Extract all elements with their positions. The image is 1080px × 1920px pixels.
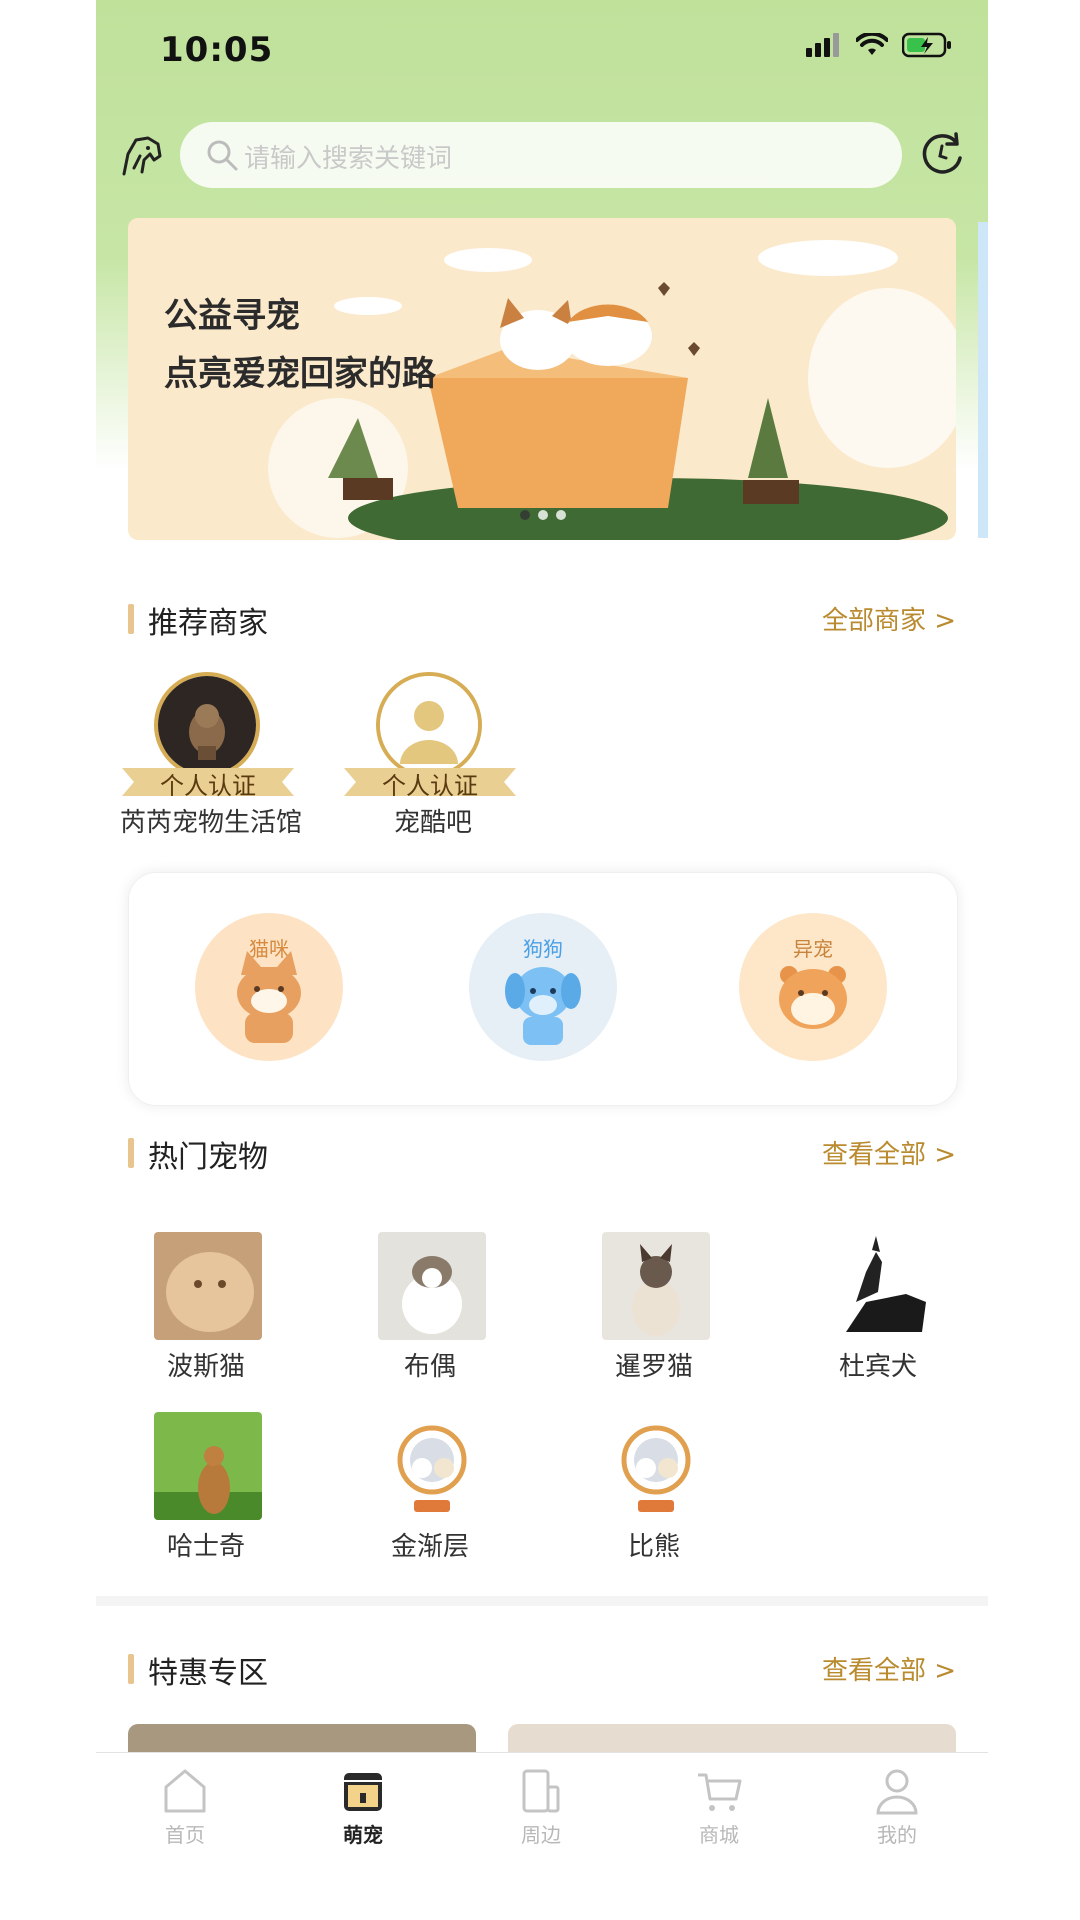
section-divider xyxy=(96,1596,988,1606)
hot-pets-header: 热门宠物 查看全部 > xyxy=(128,1132,956,1175)
category-exotic[interactable]: 异宠 xyxy=(739,913,887,1061)
verified-badge: 个人认证 xyxy=(122,762,294,800)
banner-title: 公益寻宠 xyxy=(164,296,300,336)
pet-name: 比熊 xyxy=(627,1532,680,1562)
hamster-icon xyxy=(779,966,847,1029)
bottom-tab-bar: 首页 萌宠 周边 商城 我的 xyxy=(96,1752,988,1920)
search-row: 请输入搜索关键词 xyxy=(96,118,988,192)
status-time: 10:05 xyxy=(160,30,274,70)
page-dot xyxy=(538,510,548,520)
pet-name: 杜宾犬 xyxy=(838,1352,917,1382)
pet-photo xyxy=(378,1412,486,1520)
page-dot xyxy=(556,510,566,520)
category-cats[interactable]: 猫咪 xyxy=(195,913,343,1061)
category-card: 猫咪 狗狗 异宠 xyxy=(128,872,958,1106)
battery-icon xyxy=(902,32,951,58)
next-banner-peek xyxy=(978,222,988,538)
status-bar: 10:05 xyxy=(96,0,988,100)
banner-pagination xyxy=(520,510,566,520)
signal-icon xyxy=(806,33,839,57)
verified-badge: 个人认证 xyxy=(344,762,516,800)
banner-subtitle: 点亮爱宠回家的路 xyxy=(164,354,436,394)
pet-photo xyxy=(154,1412,262,1520)
merchants-header: 推荐商家 全部商家 > xyxy=(128,598,956,641)
pet-photo xyxy=(826,1232,934,1340)
refresh-icon[interactable] xyxy=(916,128,968,180)
wifi-icon xyxy=(856,33,888,55)
tab-pets[interactable]: 萌宠 xyxy=(274,1767,452,1848)
user-icon xyxy=(876,1769,918,1815)
pet-name: 布偶 xyxy=(403,1352,456,1382)
pet-photo xyxy=(378,1232,486,1340)
pet-photo xyxy=(154,1232,262,1340)
home-icon xyxy=(164,1769,206,1813)
nearby-icon xyxy=(522,1769,560,1813)
pet-name: 金渐层 xyxy=(390,1532,469,1562)
section-title: 推荐商家 xyxy=(148,606,268,641)
tab-nearby[interactable]: 周边 xyxy=(452,1767,630,1848)
pet-photo xyxy=(602,1232,710,1340)
app-screen: 10:05 请输入搜索关键词 公益寻宠 点亮爱宠回家的路 推荐商家 全部商家 >… xyxy=(96,0,988,1920)
pet-shop-icon xyxy=(344,1773,382,1811)
pet-name: 波斯猫 xyxy=(166,1352,245,1382)
promo-banner[interactable]: 公益寻宠 点亮爱宠回家的路 xyxy=(128,218,956,540)
pet-photo xyxy=(602,1412,710,1520)
dog-icon xyxy=(505,967,581,1045)
pet-name: 哈士奇 xyxy=(166,1532,245,1562)
search-icon xyxy=(207,140,238,171)
cat-icon xyxy=(237,951,301,1043)
tab-mall[interactable]: 商城 xyxy=(630,1767,808,1848)
dog-logo-icon[interactable] xyxy=(114,128,170,184)
search-input[interactable]: 请输入搜索关键词 xyxy=(180,122,902,188)
deals-header: 特惠专区 查看全部 > xyxy=(128,1648,956,1691)
tab-me[interactable]: 我的 xyxy=(808,1767,986,1848)
tab-home[interactable]: 首页 xyxy=(96,1767,274,1848)
merchant-name: 宠酷吧 xyxy=(393,808,472,838)
category-dogs[interactable]: 狗狗 xyxy=(469,913,617,1061)
search-placeholder: 请输入搜索关键词 xyxy=(244,144,453,174)
section-title: 特惠专区 xyxy=(148,1656,268,1691)
merchant-name: 芮芮宠物生活馆 xyxy=(119,808,302,838)
section-title: 热门宠物 xyxy=(148,1140,268,1175)
all-merchants-link[interactable]: 全部商家 > xyxy=(822,600,956,637)
merchant-list: 个人认证 芮芮宠物生活馆 个人认证 宠酷吧 xyxy=(96,672,988,842)
cart-icon xyxy=(698,1773,742,1811)
view-all-pets-link[interactable]: 查看全部 > xyxy=(822,1134,956,1171)
pet-name: 暹罗猫 xyxy=(614,1352,693,1382)
page-dot-active xyxy=(520,510,530,520)
view-all-deals-link[interactable]: 查看全部 > xyxy=(822,1650,956,1687)
